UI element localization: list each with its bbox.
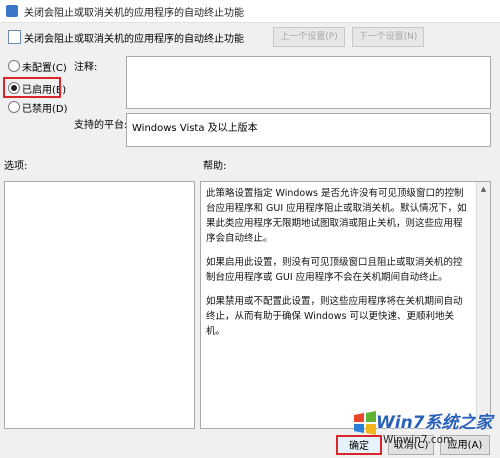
comment-label: 注释:: [74, 62, 98, 73]
app-icon: [6, 5, 18, 17]
scroll-up-icon[interactable]: ▲: [477, 182, 490, 196]
help-paragraph: 此策略设置指定 Windows 是否允许没有可见顶级窗口的控制台应用程序和 GU…: [206, 188, 467, 244]
help-paragraph: 如果启用此设置，则没有可见顶级窗口且阻止或取消关机的控制台应用程序或 GUI 应…: [206, 257, 463, 283]
help-label: 帮助:: [203, 161, 227, 172]
next-setting-button[interactable]: 下一个设置(N): [352, 27, 424, 47]
previous-setting-button[interactable]: 上一个设置(P): [273, 27, 345, 47]
enabled-highlight-box: [3, 77, 61, 98]
supported-platform-value: Windows Vista 及以上版本: [132, 123, 258, 134]
supported-platform-label: 支持的平台:: [74, 120, 128, 131]
window-title: 关闭会阻止或取消关机的应用程序的自动终止功能: [24, 8, 244, 19]
radio-not-configured-label[interactable]: 未配置(C): [22, 59, 67, 74]
policy-title: 关闭会阻止或取消关机的应用程序的自动终止功能: [24, 34, 244, 45]
help-scrollbar[interactable]: ▲ ▼: [476, 182, 490, 428]
help-text: 此策略设置指定 Windows 是否允许没有可见顶级窗口的控制台应用程序和 GU…: [201, 182, 473, 352]
ok-button[interactable]: 确定: [336, 435, 382, 455]
watermark-url: Winwin7.com: [383, 434, 454, 446]
help-paragraph: 如果禁用或不配置此设置，则这些应用程序将在关机期间自动终止，从而有助于确保 Wi…: [206, 296, 463, 337]
radio-not-configured[interactable]: [8, 60, 20, 72]
radio-disabled-label[interactable]: 已禁用(D): [22, 100, 68, 115]
radio-disabled[interactable]: [8, 101, 20, 113]
policy-header: 关闭会阻止或取消关机的应用程序的自动终止功能: [0, 24, 500, 48]
title-bar: 关闭会阻止或取消关机的应用程序的自动终止功能: [0, 0, 500, 23]
policy-doc-icon: [8, 30, 21, 44]
supported-platform-box: Windows Vista 及以上版本: [126, 113, 491, 147]
windows-logo-icon: [354, 411, 376, 435]
options-panel: [4, 181, 195, 429]
options-label: 选项:: [4, 161, 28, 172]
help-panel: 此策略设置指定 Windows 是否允许没有可见顶级窗口的控制台应用程序和 GU…: [200, 181, 491, 429]
comment-textarea[interactable]: [126, 56, 491, 109]
watermark-brand: Win7系统之家: [376, 413, 493, 433]
